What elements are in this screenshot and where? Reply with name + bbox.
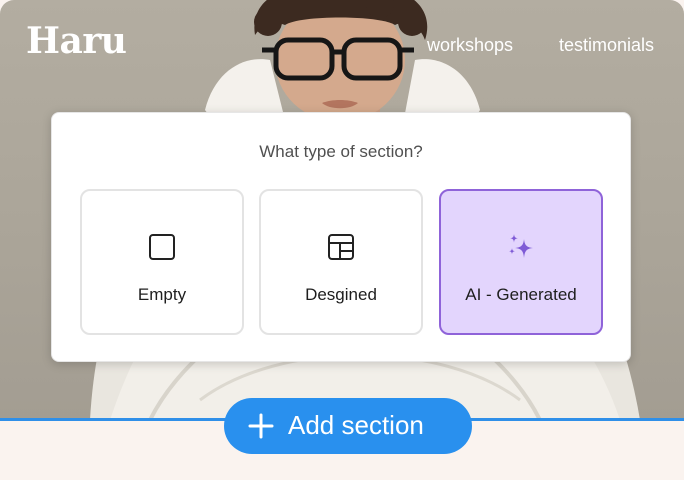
layout-grid-icon <box>328 234 354 260</box>
dialog-title: What type of section? <box>259 142 423 161</box>
section-type-dialog: What type of section? Empty Desgined AI … <box>51 112 631 362</box>
add-section-button[interactable]: Add section <box>224 398 472 454</box>
option-label: AI - Generated <box>465 285 577 304</box>
brand-logo[interactable]: Haru <box>26 20 127 62</box>
nav-link-testimonials[interactable]: testimonials <box>559 35 654 56</box>
option-ai-generated[interactable]: AI - Generated <box>439 189 603 335</box>
option-label: Empty <box>137 285 187 304</box>
plus-icon <box>248 413 274 439</box>
sparkles-icon <box>509 234 533 258</box>
nav-link-workshops[interactable]: workshops <box>427 35 513 56</box>
add-section-label: Add section <box>288 410 424 440</box>
square-icon <box>149 234 175 260</box>
option-label: Desgined <box>305 285 377 304</box>
option-designed[interactable]: Desgined <box>259 189 423 335</box>
option-empty[interactable]: Empty <box>80 189 244 335</box>
